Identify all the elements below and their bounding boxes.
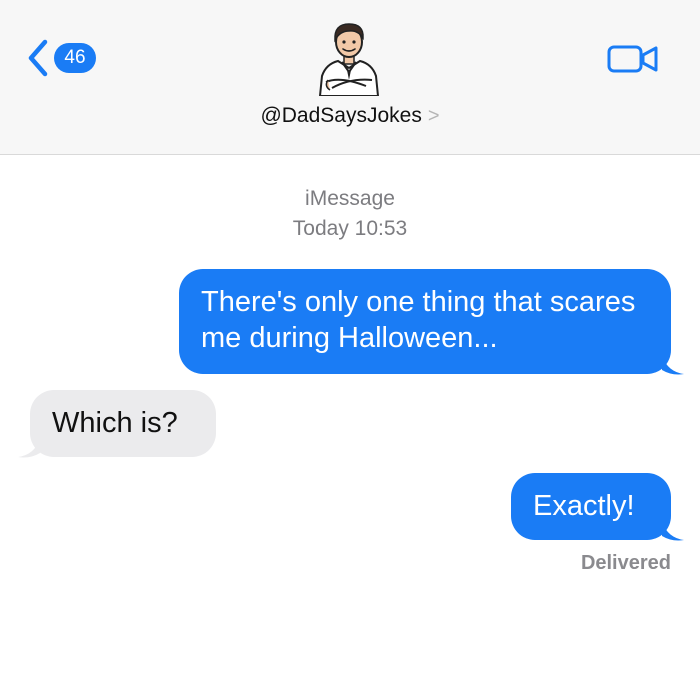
sent-message-bubble[interactable]: There's only one thing that scares me du…	[179, 269, 671, 374]
contact-name-button[interactable]: @DadSaysJokes >	[0, 104, 700, 128]
bubble-tail	[662, 356, 684, 375]
dad-avatar-icon[interactable]	[310, 16, 388, 96]
message-text: There's only one thing that scares me du…	[201, 286, 636, 354]
timestamp: Today 10:53	[292, 217, 408, 240]
message-text: Exactly!	[533, 490, 635, 522]
messages-screen: 46 @DadSaysJokes > iMessage Today 10:53 …	[0, 0, 700, 700]
chevron-right-icon: >	[427, 105, 440, 127]
bubble-tail	[18, 439, 40, 458]
conversation-header: 46 @DadSaysJokes >	[0, 0, 700, 155]
video-camera-icon[interactable]	[607, 43, 659, 75]
chevron-left-icon	[28, 39, 48, 77]
bubble-tail	[662, 522, 684, 541]
message-text: Which is?	[52, 407, 178, 439]
received-message-bubble[interactable]: Which is?	[30, 390, 216, 457]
contact-name: @DadSaysJokes	[260, 104, 422, 127]
sent-message-bubble[interactable]: Exactly!	[511, 473, 671, 540]
back-button[interactable]: 46	[26, 38, 96, 78]
service-label: iMessage	[305, 187, 395, 210]
delivery-status: Delivered	[580, 552, 671, 574]
unread-count-badge: 46	[54, 43, 96, 73]
